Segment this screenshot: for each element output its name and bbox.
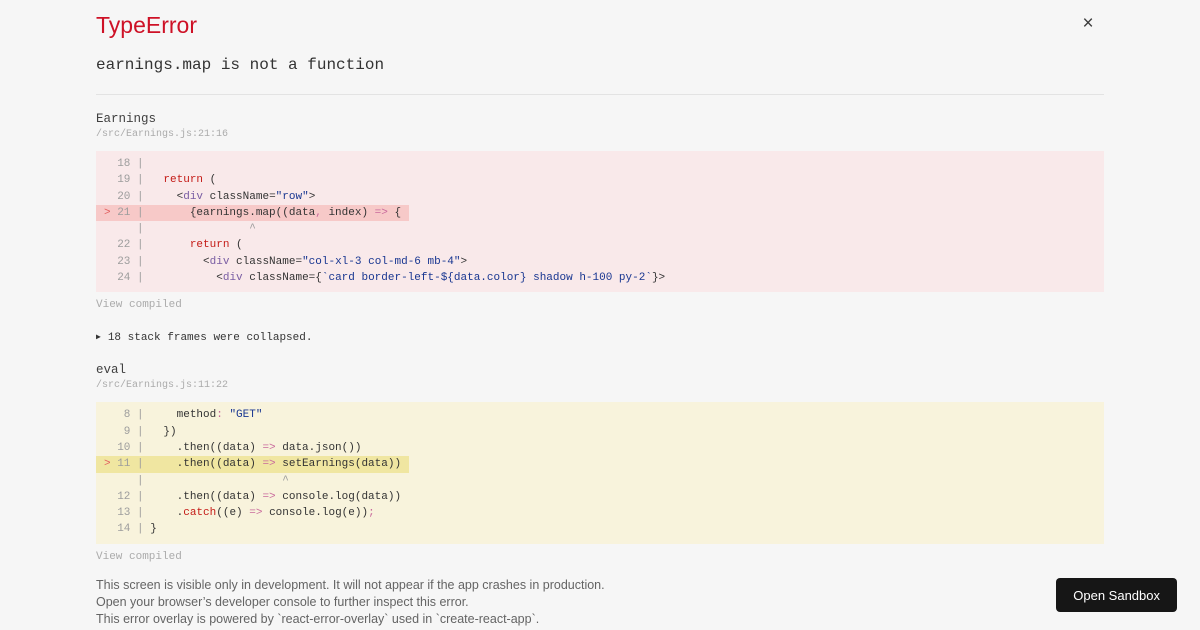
view-compiled-link-1[interactable]: View compiled bbox=[96, 299, 182, 311]
code-frame-eval: 8 | method: "GET" 9 | }) 10 | .then((dat… bbox=[96, 402, 1104, 544]
footer-note-powered-by: This error overlay is powered by `react-… bbox=[96, 611, 540, 626]
divider bbox=[96, 94, 1104, 95]
code-line: 10 | .then((data) => data.json()) bbox=[104, 441, 362, 454]
footer-note-console: Open your browser’s developer console to… bbox=[96, 594, 469, 609]
code-line: 24 | <div className={`card border-left-$… bbox=[104, 272, 666, 285]
code-line: | ^ bbox=[104, 474, 289, 487]
expand-triangle-icon: ▶ bbox=[96, 333, 101, 343]
code-line: 18 | bbox=[104, 158, 151, 170]
code-line: 12 | .then((data) => console.log(data)) bbox=[104, 490, 402, 503]
code-line-highlighted: > 11 | .then((data) => setEarnings(data)… bbox=[96, 456, 410, 473]
error-panel: TypeError × earnings.map is not a functi… bbox=[96, 0, 1104, 628]
footer-notes: This screen is visible only in developme… bbox=[96, 577, 1104, 628]
error-message: earnings.map is not a function bbox=[96, 56, 385, 74]
code-line: 23 | <div className="col-xl-3 col-md-6 m… bbox=[104, 255, 468, 268]
code-line: 13 | .catch((e) => console.log(e)); bbox=[104, 507, 375, 520]
footer-note-development: This screen is visible only in developme… bbox=[96, 577, 605, 592]
stack-frame-path-eval: /src/Earnings.js:11:22 bbox=[96, 380, 229, 392]
view-compiled-link-2[interactable]: View compiled bbox=[96, 551, 182, 563]
code-line: | ^ bbox=[104, 223, 256, 236]
collapsed-frames-toggle[interactable]: ▶ 18 stack frames were collapsed. bbox=[96, 332, 312, 344]
stack-frame-path-earnings: /src/Earnings.js:21:16 bbox=[96, 129, 229, 140]
code-line: 14 | } bbox=[104, 523, 157, 536]
code-frame-earnings: 18 | 19 | return ( 20 | <div className="… bbox=[96, 151, 1104, 293]
open-sandbox-button[interactable]: Open Sandbox bbox=[1056, 578, 1177, 612]
code-line: 22 | return ( bbox=[104, 239, 243, 252]
code-line: 20 | <div className="row"> bbox=[104, 190, 316, 203]
code-line-highlighted: > 21 | {earnings.map((data, index) => { bbox=[96, 204, 410, 222]
code-line: 19 | return ( bbox=[104, 174, 217, 187]
error-type-title: TypeError bbox=[96, 12, 197, 38]
close-icon[interactable]: × bbox=[1076, 12, 1100, 36]
stack-frame-function-eval: eval bbox=[96, 363, 127, 378]
stack-frame-function-earnings: Earnings bbox=[96, 112, 157, 126]
code-line: 9 | }) bbox=[104, 425, 177, 438]
code-line: 8 | method: "GET" bbox=[104, 409, 263, 422]
error-overlay: { "header": { "title": "TypeError", "mes… bbox=[0, 0, 1200, 630]
collapsed-frames-label: 18 stack frames were collapsed. bbox=[107, 332, 313, 345]
